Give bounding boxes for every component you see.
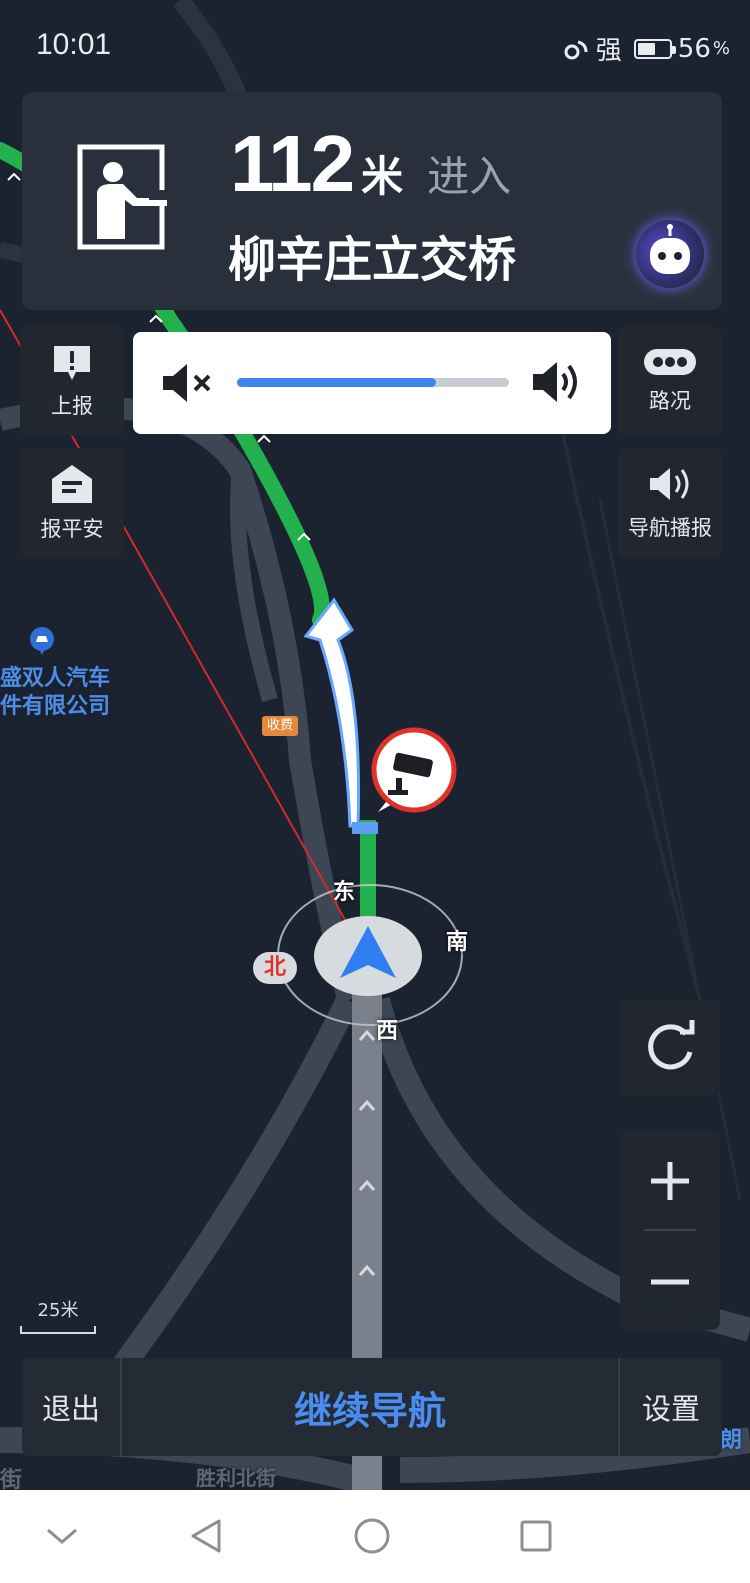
- bottom-bar: 退出 继续导航 设置: [22, 1358, 722, 1456]
- report-label: 上报: [51, 394, 93, 418]
- back-triangle-icon[interactable]: [178, 1508, 234, 1564]
- compass-west: 西: [376, 1019, 399, 1044]
- battery-icon: [633, 38, 676, 59]
- poi-name-line2[interactable]: 件有限公司: [0, 688, 110, 720]
- compass-north[interactable]: 北: [253, 952, 297, 984]
- system-nav-bar: [0, 1490, 750, 1583]
- guidance-distance: 112 米 进入: [230, 118, 511, 210]
- battery-unit: %: [712, 38, 730, 59]
- volume-slider-fill: [237, 378, 436, 387]
- volume-panel: [133, 332, 611, 434]
- traffic-label: 路况: [649, 389, 691, 413]
- mute-icon[interactable]: [161, 362, 215, 404]
- report-button[interactable]: 上报: [20, 326, 124, 436]
- speed-camera-icon: [371, 727, 457, 813]
- voice-assistant-icon[interactable]: [636, 220, 704, 288]
- toll-tag: 收费: [262, 716, 298, 736]
- signal-icon: [564, 40, 588, 59]
- voice-broadcast-label: 导航播报: [628, 516, 712, 540]
- volume-max-icon[interactable]: [531, 360, 583, 404]
- battery-fill: [637, 42, 655, 55]
- exit-button[interactable]: 退出: [22, 1358, 122, 1456]
- road-name: 柳辛庄立交桥: [228, 232, 517, 288]
- compass-east: 东: [333, 880, 356, 905]
- traffic-icon: [644, 349, 696, 375]
- chevron-down-icon[interactable]: [34, 1508, 90, 1564]
- zoom-in-icon[interactable]: [620, 1130, 720, 1230]
- report-icon: [54, 346, 90, 380]
- status-bar: 10:01 强 56%: [0, 0, 750, 92]
- signal-text: 强: [595, 36, 622, 66]
- zoom-control: [620, 1130, 720, 1330]
- continue-navigation-button[interactable]: 继续导航: [122, 1358, 618, 1456]
- map-street-label: 胜利北街: [196, 1466, 276, 1490]
- compass-south: 南: [446, 930, 469, 955]
- status-right: 强 56%: [564, 30, 730, 67]
- voice-broadcast-button[interactable]: 导航播报: [618, 448, 722, 558]
- guidance-action: 进入: [427, 152, 512, 201]
- safe-report-label: 报平安: [40, 517, 104, 541]
- zoom-out-icon[interactable]: [620, 1230, 720, 1330]
- envelope-icon: [52, 465, 92, 503]
- battery-percent: 56: [677, 33, 711, 64]
- safe-report-button[interactable]: 报平安: [20, 448, 124, 558]
- refresh-icon: [648, 1020, 695, 1070]
- volume-slider[interactable]: [237, 378, 509, 387]
- poi-car-icon: [30, 627, 54, 655]
- refresh-button[interactable]: [620, 1000, 720, 1096]
- speaker-icon: [650, 468, 689, 500]
- recent-square-icon[interactable]: [508, 1508, 564, 1564]
- map-scale-text: 25米: [37, 1300, 79, 1321]
- settings-button[interactable]: 设置: [618, 1358, 722, 1456]
- enter-bridge-icon: [77, 144, 173, 250]
- status-time: 10:01: [36, 28, 112, 61]
- distance-value: 112: [230, 119, 355, 208]
- traffic-button[interactable]: 路况: [618, 326, 722, 436]
- map-scale: 25米: [20, 1296, 96, 1334]
- home-circle-icon[interactable]: [344, 1508, 400, 1564]
- distance-unit: 米: [361, 152, 404, 201]
- guidance-card: 112 米 进入 柳辛庄立交桥: [22, 92, 722, 310]
- map-edge-label-1: 朗: [720, 1428, 743, 1453]
